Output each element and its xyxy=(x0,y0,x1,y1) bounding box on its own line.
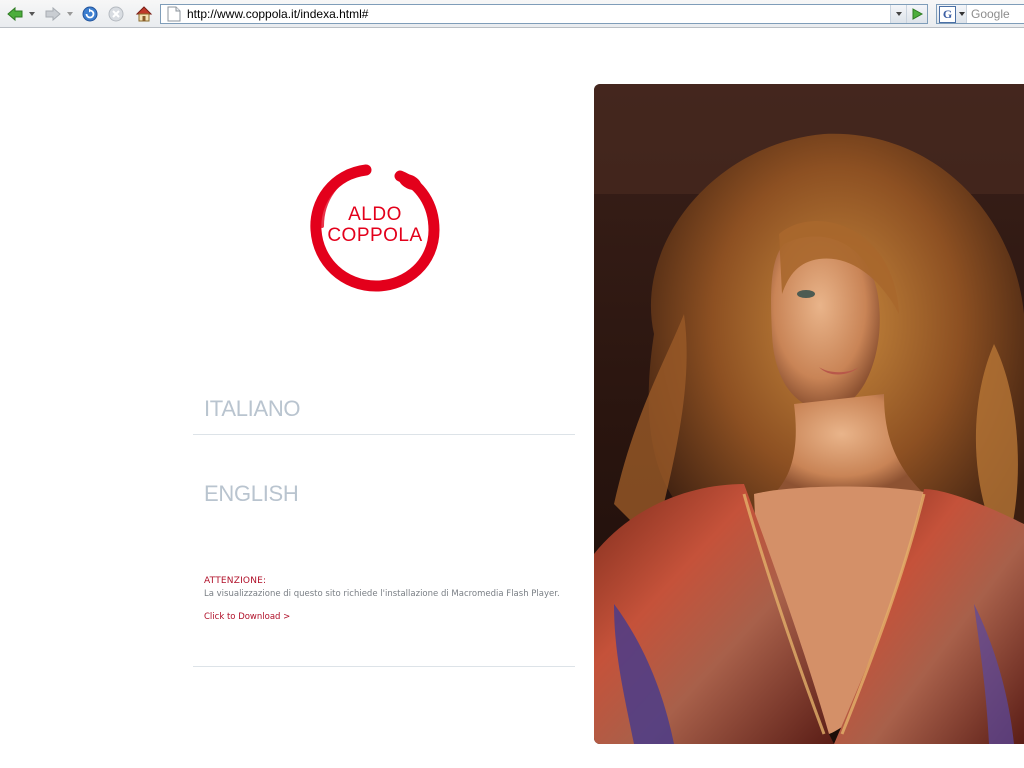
reload-icon xyxy=(82,6,98,22)
model-photo xyxy=(594,84,1024,744)
logo-line-1: ALDO xyxy=(348,204,402,225)
chevron-down-icon xyxy=(896,12,902,16)
forward-button[interactable] xyxy=(42,4,64,24)
english-link[interactable]: ENGLISH xyxy=(204,481,299,507)
url-history-dropdown[interactable] xyxy=(890,5,907,23)
back-history-dropdown[interactable] xyxy=(27,4,37,24)
page-icon xyxy=(167,6,181,22)
browser-toolbar: http://www.coppola.it/indexa.html# G Goo… xyxy=(0,0,1024,28)
chevron-down-icon xyxy=(959,12,965,16)
back-arrow-icon xyxy=(7,6,23,22)
url-text[interactable]: http://www.coppola.it/indexa.html# xyxy=(187,7,368,21)
go-button[interactable] xyxy=(906,5,927,23)
search-bar[interactable]: G Google xyxy=(936,4,1024,24)
google-icon: G xyxy=(939,5,956,23)
logo-text: ALDO COPPOLA xyxy=(308,204,442,246)
download-flash-link[interactable]: Click to Download > xyxy=(204,612,290,622)
logo-line-2: COPPOLA xyxy=(327,225,423,246)
back-button[interactable] xyxy=(4,4,26,24)
forward-history-dropdown[interactable] xyxy=(65,4,75,24)
reload-button[interactable] xyxy=(80,4,100,24)
chevron-down-icon xyxy=(67,12,73,16)
address-bar[interactable]: http://www.coppola.it/indexa.html# xyxy=(160,4,928,24)
search-engine-selector[interactable]: G xyxy=(937,5,967,23)
home-button[interactable] xyxy=(133,4,155,24)
stop-button[interactable] xyxy=(106,4,126,24)
search-input[interactable]: Google xyxy=(971,7,1010,21)
go-arrow-icon xyxy=(912,8,924,20)
italian-link[interactable]: ITALIANO xyxy=(204,396,301,422)
aldo-coppola-logo: ALDO COPPOLA xyxy=(308,160,442,294)
forward-arrow-icon xyxy=(45,6,61,22)
chevron-down-icon xyxy=(29,12,35,16)
notice-text: La visualizzazione di questo sito richie… xyxy=(204,589,560,599)
model-photo-image xyxy=(594,84,1024,744)
divider xyxy=(193,434,575,435)
home-icon xyxy=(135,6,153,22)
stop-icon xyxy=(108,6,124,22)
notice-title: ATTENZIONE: xyxy=(204,576,267,586)
divider xyxy=(193,666,575,667)
